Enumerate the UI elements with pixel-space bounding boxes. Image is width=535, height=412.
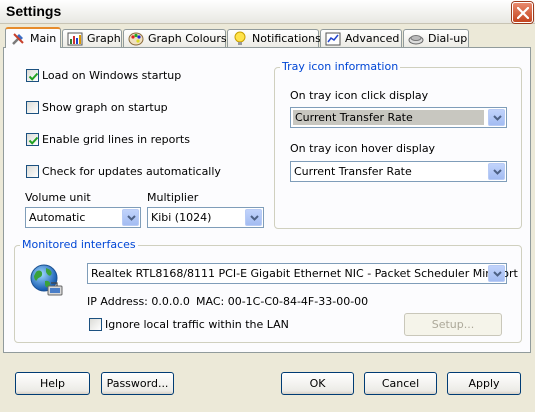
check-updates-checkbox[interactable]	[26, 165, 39, 178]
bar-graph-icon	[67, 32, 83, 45]
tray-hover-value: Current Transfer Rate	[294, 165, 412, 178]
tray-click-value: Current Transfer Rate	[293, 110, 484, 125]
tab-main[interactable]: Main	[5, 27, 61, 48]
checkmark-icon	[28, 72, 39, 81]
load-on-startup-label: Load on Windows startup	[42, 69, 182, 82]
network-globe-icon	[30, 264, 63, 296]
check-updates-label: Check for updates automatically	[42, 165, 221, 178]
tray-icon-group: Tray icon information On tray icon click…	[274, 60, 522, 229]
tools-icon	[12, 32, 24, 45]
ip-address-text: IP Address: 0.0.0.0	[87, 295, 190, 308]
cancel-button[interactable]: Cancel	[364, 372, 437, 395]
interfaces-group-title: Monitored interfaces	[20, 238, 138, 251]
palette-icon	[128, 32, 144, 45]
mac-address-text: MAC: 00-1C-C0-84-4F-33-00-00	[196, 295, 369, 308]
tab-graph-colours-label: Graph Colours	[148, 32, 227, 45]
tray-click-label: On tray icon click display	[290, 89, 429, 102]
ignore-local-option[interactable]: Ignore local traffic within the LAN	[89, 318, 289, 331]
tray-hover-select[interactable]: Current Transfer Rate	[290, 161, 507, 182]
apply-button[interactable]: Apply	[447, 372, 521, 395]
interface-value: Realtek RTL8168/8111 PCI-E Gigabit Ether…	[91, 267, 518, 280]
tab-dial-up-label: Dial-up	[428, 32, 468, 45]
chevron-down-icon	[493, 169, 502, 175]
chart-icon	[325, 32, 341, 45]
multiplier-label: Multiplier	[147, 191, 199, 204]
ignore-local-checkbox[interactable]	[89, 318, 102, 331]
tray-click-select[interactable]: Current Transfer Rate	[290, 107, 507, 128]
tab-graph-label: Graph	[87, 32, 121, 45]
tab-main-label: Main	[30, 32, 57, 45]
close-icon	[517, 7, 529, 19]
tab-notifications-label: Notifications	[252, 32, 321, 45]
modem-icon	[408, 34, 424, 44]
load-on-startup-option[interactable]: Load on Windows startup	[26, 69, 181, 82]
help-button[interactable]: Help	[15, 372, 90, 395]
ignore-local-label: Ignore local traffic within the LAN	[105, 318, 289, 331]
lightbulb-icon	[234, 31, 246, 45]
dropdown-button[interactable]	[122, 209, 139, 226]
tab-graph[interactable]: Graph	[62, 29, 122, 47]
chevron-down-icon	[493, 271, 502, 277]
grid-lines-label: Enable grid lines in reports	[42, 133, 190, 146]
grid-lines-checkbox[interactable]	[26, 133, 39, 146]
dropdown-button[interactable]	[488, 109, 505, 126]
ok-button[interactable]: OK	[281, 372, 354, 395]
setup-button[interactable]: Setup...	[404, 313, 502, 336]
dropdown-button[interactable]	[488, 265, 505, 282]
volume-unit-value: Automatic	[29, 211, 86, 224]
interface-select[interactable]: Realtek RTL8168/8111 PCI-E Gigabit Ether…	[87, 263, 518, 284]
dropdown-button[interactable]	[245, 209, 262, 226]
title-bar: Settings	[0, 0, 535, 24]
tray-hover-label: On tray icon hover display	[290, 142, 436, 155]
show-graph-checkbox[interactable]	[26, 101, 39, 114]
window-title: Settings	[6, 3, 62, 19]
volume-unit-select[interactable]: Automatic	[25, 207, 141, 228]
volume-unit-label: Volume unit	[25, 191, 91, 204]
monitored-interfaces-group: Monitored interfaces Realtek RTL8168/811…	[14, 238, 522, 343]
multiplier-select[interactable]: Kibi (1024)	[147, 207, 264, 228]
dropdown-button[interactable]	[488, 163, 505, 180]
close-button[interactable]	[512, 2, 533, 23]
tab-advanced-label: Advanced	[345, 32, 400, 45]
chevron-down-icon	[127, 215, 136, 221]
show-graph-label: Show graph on startup	[42, 101, 168, 114]
checkmark-icon	[28, 136, 39, 145]
multiplier-value: Kibi (1024)	[151, 211, 212, 224]
tab-dial-up[interactable]: Dial-up	[403, 29, 469, 47]
main-tab-panel: Load on Windows startup Show graph on st…	[3, 47, 531, 353]
tab-advanced[interactable]: Advanced	[320, 29, 402, 47]
chevron-down-icon	[250, 215, 259, 221]
chevron-down-icon	[493, 115, 502, 121]
load-on-startup-checkbox[interactable]	[26, 69, 39, 82]
password-button[interactable]: Password...	[101, 372, 174, 395]
tab-graph-colours[interactable]: Graph Colours	[123, 29, 227, 47]
show-graph-option[interactable]: Show graph on startup	[26, 101, 168, 114]
grid-lines-option[interactable]: Enable grid lines in reports	[26, 133, 190, 146]
check-updates-option[interactable]: Check for updates automatically	[26, 165, 221, 178]
tray-group-title: Tray icon information	[280, 60, 401, 73]
tab-notifications[interactable]: Notifications	[227, 29, 321, 47]
